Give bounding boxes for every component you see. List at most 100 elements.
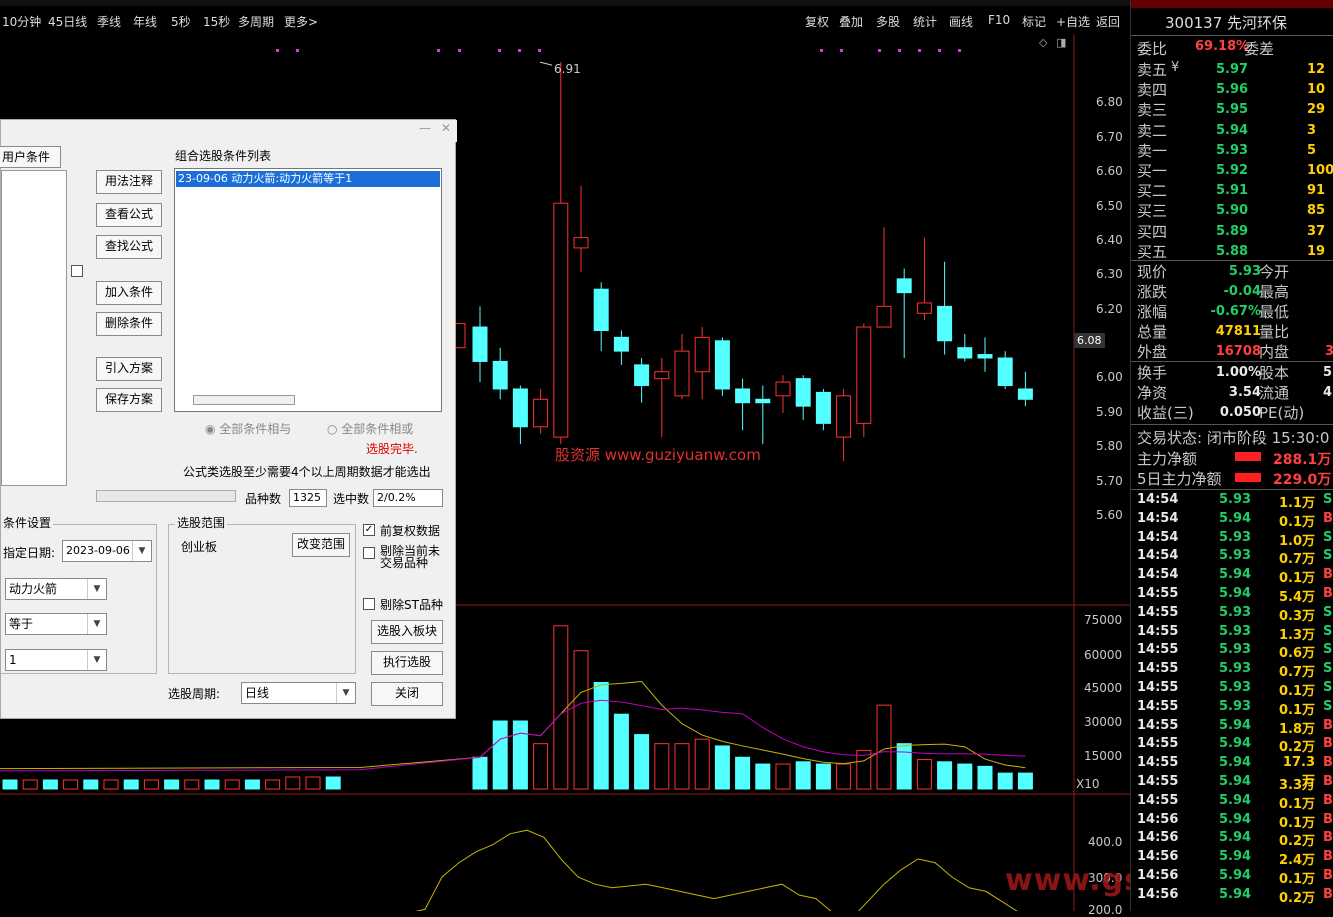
close-button[interactable]: 关闭	[371, 682, 443, 706]
level-volume: 29	[1307, 102, 1326, 118]
exclude-untraded-checkbox[interactable]	[363, 547, 375, 559]
panel-tabs[interactable]	[1131, 0, 1333, 8]
f10-button[interactable]: F10	[988, 13, 1010, 27]
add-condition-button[interactable]: 加入条件	[96, 281, 162, 305]
overlay-button[interactable]: 叠加	[839, 13, 863, 30]
radio-and-all[interactable]: ◉ 全部条件相与	[205, 420, 291, 437]
candle-body	[533, 398, 549, 428]
change-range-button[interactable]: 改变范围	[292, 533, 350, 557]
period-label: 选股周期:	[168, 687, 221, 701]
period-10min[interactable]: 10分钟	[2, 13, 41, 30]
panel-toggle-icon[interactable]: ◨	[1056, 36, 1066, 49]
condition-list[interactable]: 23-09-06 动力火箭:动力火箭等于1	[174, 168, 442, 412]
period-45day[interactable]: 45日线	[48, 13, 87, 30]
level-label: 买三	[1137, 202, 1168, 221]
list-item[interactable]: 23-09-06 动力火箭:动力火箭等于1	[176, 171, 440, 187]
condition-tree[interactable]	[1, 170, 67, 486]
volume-bar	[856, 749, 872, 790]
period-more[interactable]: 更多>	[284, 13, 318, 30]
period-15sec[interactable]: 15秒	[203, 13, 230, 30]
tick-price: 5.94	[1219, 717, 1252, 733]
usage-notes-button[interactable]: 用法注释	[96, 170, 162, 194]
signal-dot	[878, 49, 881, 52]
level-label: 卖二	[1137, 121, 1168, 140]
period-multi[interactable]: 多周期	[238, 13, 274, 30]
date-picker[interactable]: 2023-09-06 ▼	[62, 540, 152, 562]
candle-body	[613, 336, 629, 352]
chevron-down-icon[interactable]: ▼	[87, 614, 106, 634]
chevron-down-icon[interactable]: ▼	[87, 650, 106, 670]
radio-or-all[interactable]: ○ 全部条件相或	[327, 420, 413, 437]
period-select[interactable]: 日线 ▼	[241, 682, 356, 704]
save-plan-button[interactable]: 保存方案	[96, 388, 162, 412]
user-conditions-button[interactable]: 用户条件	[0, 146, 61, 168]
volume-bar	[694, 738, 710, 790]
tick-volume: 0.2万	[1278, 890, 1315, 906]
candle-body	[1017, 388, 1033, 400]
tick-volume: 0.2万	[1278, 740, 1315, 756]
tick-time: 14:56	[1137, 811, 1179, 827]
stat-label-2: 最高	[1259, 283, 1290, 301]
execute-button[interactable]: 执行选股	[371, 651, 443, 675]
delete-condition-button[interactable]: 删除条件	[96, 312, 162, 336]
stat-label-2: 最低	[1259, 303, 1290, 321]
tick-side: B	[1323, 736, 1333, 752]
tick-price: 5.94	[1219, 586, 1252, 601]
candle-body	[492, 360, 508, 390]
formula-value: 动力火箭	[9, 582, 58, 596]
period-season[interactable]: 季线	[97, 13, 121, 30]
level-price: 5.92	[1216, 163, 1249, 178]
stat-value-2: 3	[1325, 344, 1333, 359]
stats-button[interactable]: 统计	[913, 13, 937, 30]
chevron-down-icon[interactable]: ▼	[132, 541, 151, 561]
range-title: 选股范围	[175, 514, 228, 531]
list-scrollbar[interactable]	[193, 395, 295, 405]
period-year[interactable]: 年线	[133, 13, 157, 30]
minimize-icon[interactable]: —	[419, 121, 431, 135]
param-value: 1	[9, 653, 17, 667]
view-formula-button[interactable]: 查看公式	[96, 203, 162, 227]
tick-volume: 1.1万	[1278, 496, 1315, 511]
level-volume: 5	[1307, 142, 1317, 158]
param-select[interactable]: 1 ▼	[5, 649, 107, 671]
import-plan-button[interactable]: 引入方案	[96, 357, 162, 381]
tick-volume: 0.1万	[1278, 872, 1315, 887]
operator-select[interactable]: 等于 ▼	[5, 613, 107, 635]
volume-bar	[937, 761, 953, 790]
tree-scroll-box[interactable]	[71, 265, 83, 277]
volume-bar	[997, 772, 1013, 790]
volume-bar	[815, 763, 831, 790]
count-label: 品种数	[245, 492, 282, 506]
volume-bar	[22, 779, 38, 790]
dialog-titlebar[interactable]: — ✕	[1, 120, 457, 142]
draw-line-button[interactable]: 画线	[949, 13, 973, 30]
main-net-label: 主力净额	[1137, 450, 1198, 468]
back-button[interactable]: 返回	[1096, 13, 1120, 30]
selected-value: 2/0.2%	[373, 489, 443, 507]
fuquan-button[interactable]: 复权	[805, 13, 829, 30]
period-5sec[interactable]: 5秒	[171, 13, 191, 30]
mark-button[interactable]: 标记	[1022, 13, 1046, 30]
add-to-board-button[interactable]: 选股入板块	[371, 620, 443, 644]
add-favorite-button[interactable]: +自选	[1056, 13, 1090, 30]
chevron-down-icon[interactable]: ▼	[336, 683, 355, 703]
volume-bar	[896, 743, 912, 790]
tick-side: B	[1323, 717, 1333, 733]
fuquan-checkbox[interactable]: ✓	[363, 524, 375, 536]
exclude-st-checkbox[interactable]	[363, 598, 375, 610]
multi-stock-button[interactable]: 多股	[876, 13, 900, 30]
candle	[454, 323, 466, 349]
close-icon[interactable]: ✕	[441, 121, 451, 135]
level-price: 5.88	[1216, 243, 1249, 259]
volume-bar	[244, 779, 260, 790]
diamond-icon[interactable]: ◇	[1039, 36, 1047, 49]
volume-bar	[795, 761, 811, 790]
volume-bar	[836, 763, 852, 790]
divider	[1131, 260, 1333, 261]
weicha-label: 委差	[1244, 40, 1275, 58]
tick-price: 5.94	[1219, 830, 1252, 846]
formula-select[interactable]: 动力火箭 ▼	[5, 578, 107, 600]
chevron-down-icon[interactable]: ▼	[87, 579, 106, 599]
find-formula-button[interactable]: 查找公式	[96, 235, 162, 259]
tick-volume: 0.6万	[1278, 646, 1315, 662]
